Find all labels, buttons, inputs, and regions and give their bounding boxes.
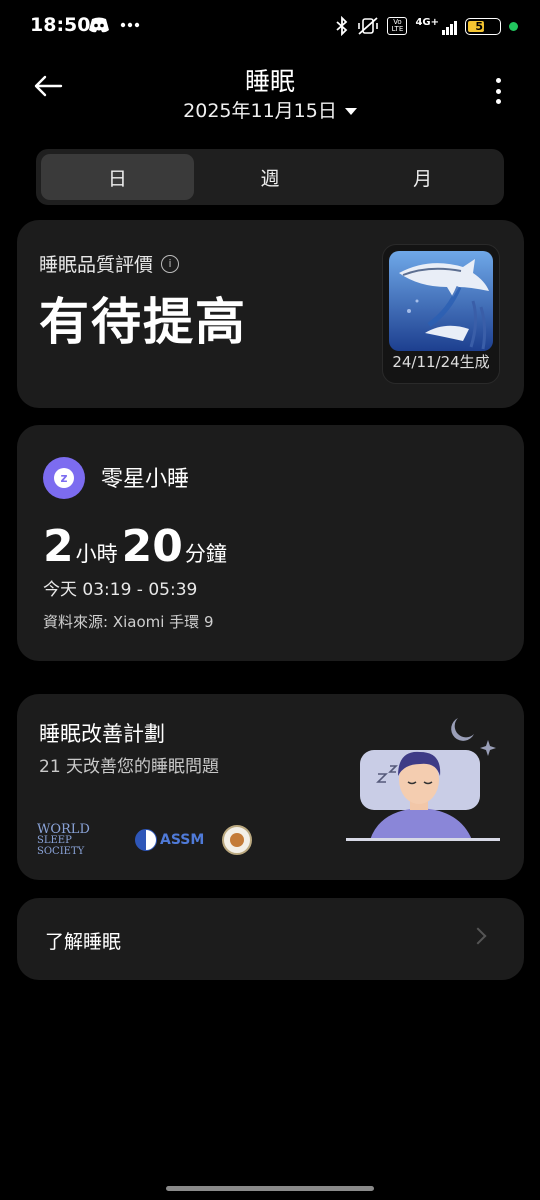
period-tabs: 日 週 月 xyxy=(36,149,504,205)
caret-down-icon xyxy=(344,108,357,115)
plan-title: 睡眠改善計劃 xyxy=(39,722,165,746)
tab-week[interactable]: 週 xyxy=(194,154,347,200)
animal-generated-date: 24/11/24生成 xyxy=(392,353,490,371)
assm-logo: ASSM xyxy=(135,829,204,851)
status-bar: 18:50 Vo LTE 4G+ 52 xyxy=(0,0,540,54)
discord-icon xyxy=(89,17,109,33)
chevron-right-icon xyxy=(469,927,487,945)
status-right-icons: Vo LTE 4G+ 52 xyxy=(335,16,518,36)
sleep-quality-label: 睡眠品質評價 xyxy=(39,254,154,276)
shark-illustration xyxy=(389,251,493,351)
sleep-quality-value: 有待提高 xyxy=(39,293,247,351)
home-indicator[interactable] xyxy=(166,1186,374,1191)
plan-subtitle: 21 天改善您的睡眠問題 xyxy=(39,757,220,777)
nap-icon: z xyxy=(43,457,85,499)
nap-duration: 2 小時 20 分鐘 xyxy=(43,521,231,572)
tab-month[interactable]: 月 xyxy=(346,154,499,200)
nap-minutes-unit: 分鐘 xyxy=(184,542,227,566)
status-time: 18:50 xyxy=(30,14,91,36)
battery-icon: 52 xyxy=(465,17,501,35)
info-icon[interactable]: i xyxy=(161,254,180,273)
nap-time-range: 今天 03:19 - 05:39 xyxy=(43,580,198,600)
org-logos: WORLD SLEEP SOCIETY ASSM xyxy=(37,822,253,857)
nap-hours: 2 xyxy=(43,521,74,572)
sleep-quality-card[interactable]: 睡眠品質評價 i 有待提高 24/11/24生成 xyxy=(17,220,524,408)
nap-title: 零星小睡 xyxy=(101,467,190,492)
world-sleep-society-logo: WORLD SLEEP SOCIETY xyxy=(37,822,90,857)
learn-sleep-label: 了解睡眠 xyxy=(45,931,122,953)
seal-logo xyxy=(222,825,253,855)
learn-sleep-card[interactable]: 了解睡眠 xyxy=(17,898,524,980)
date-label: 2025年11月15日 xyxy=(183,100,337,122)
nap-data-source: 資料來源: Xiaomi 手環 9 xyxy=(43,613,214,631)
status-left-icons xyxy=(88,16,140,34)
tab-day[interactable]: 日 xyxy=(41,154,194,200)
network-type: 4G+ xyxy=(415,17,439,28)
more-dots-icon xyxy=(120,22,140,28)
page-title: 睡眠 xyxy=(244,67,295,96)
sleep-animal-badge[interactable]: 24/11/24生成 xyxy=(382,244,500,384)
sleep-quality-label-row: 睡眠品質評價 i xyxy=(39,250,180,277)
more-vertical-icon xyxy=(495,78,501,83)
bluetooth-icon xyxy=(336,16,348,36)
nap-hours-unit: 小時 xyxy=(75,542,118,566)
vibrate-off-icon xyxy=(358,17,379,35)
battery-level: 52 xyxy=(475,19,491,33)
volte-icon: Vo LTE xyxy=(387,17,408,35)
nap-minutes: 20 xyxy=(121,521,183,572)
sleep-plan-card[interactable]: 睡眠改善計劃 21 天改善您的睡眠問題 WORLD SLEEP SOCIETY … xyxy=(17,694,524,880)
nap-card[interactable]: z 零星小睡 2 小時 20 分鐘 今天 03:19 - 05:39 資料來源:… xyxy=(17,425,524,661)
more-options-button[interactable] xyxy=(486,78,510,104)
sleeping-person-illustration xyxy=(346,718,500,841)
charging-dot-icon xyxy=(509,21,518,31)
date-picker[interactable]: 2025年11月15日 xyxy=(0,96,540,123)
signal-icon: 4G+ xyxy=(415,17,457,35)
